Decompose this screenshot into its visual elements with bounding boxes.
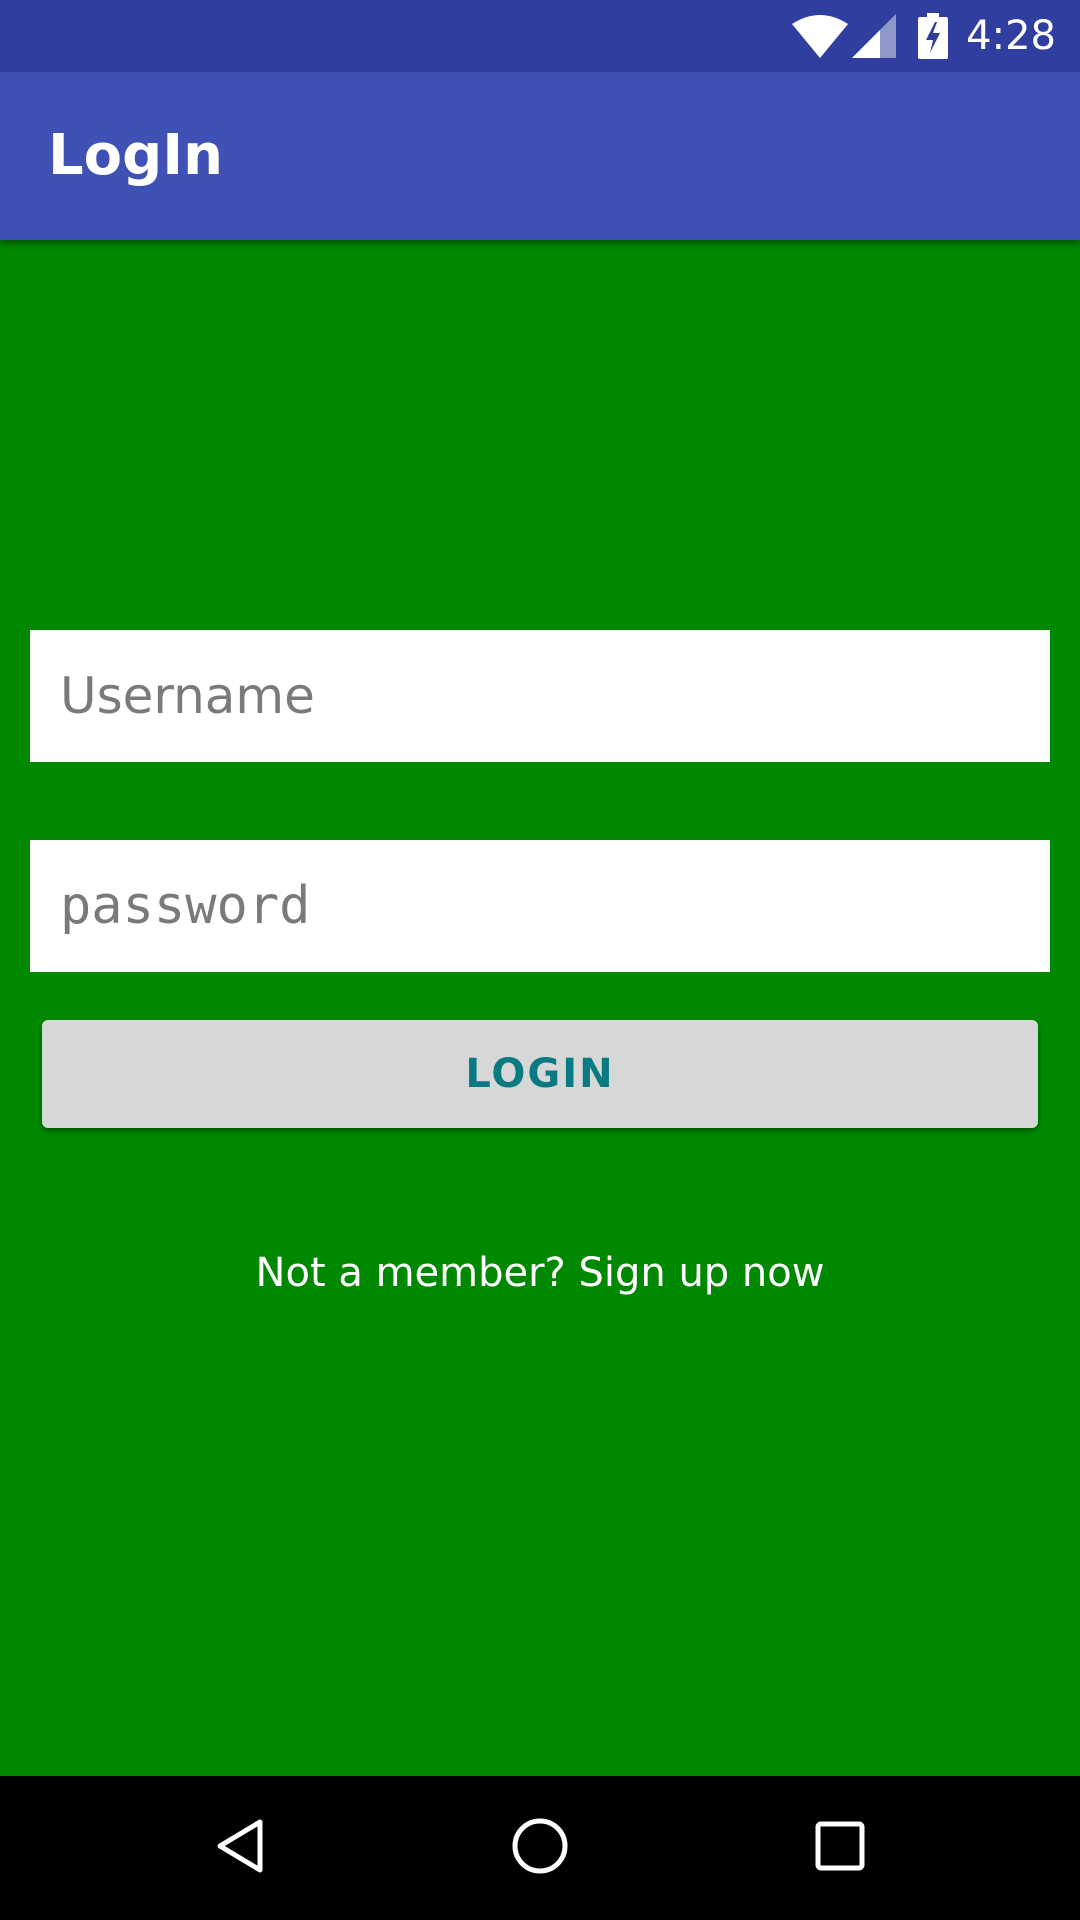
login-button[interactable]: LOGIN (42, 1020, 1038, 1128)
login-screen: 4:28 LogIn LOGIN Not a member? Sign up n… (0, 0, 1080, 1920)
status-icons: 4:28 (792, 0, 1056, 72)
navigation-bar (0, 1776, 1080, 1920)
wifi-icon (792, 14, 849, 58)
back-button[interactable] (160, 1776, 320, 1920)
recents-button[interactable] (760, 1776, 920, 1920)
status-bar: 4:28 (0, 0, 1080, 72)
home-icon (510, 1816, 570, 1881)
signup-link[interactable]: Not a member? Sign up now (0, 1250, 1080, 1296)
cellular-signal-icon (852, 14, 897, 58)
back-icon (212, 1816, 268, 1881)
home-button[interactable] (460, 1776, 620, 1920)
battery-charging-icon (918, 13, 949, 59)
username-input[interactable] (30, 630, 1050, 762)
status-time: 4:28 (966, 13, 1056, 59)
app-title: LogIn (48, 123, 223, 188)
login-form: LOGIN Not a member? Sign up now (0, 240, 1080, 1776)
password-input[interactable] (30, 840, 1050, 972)
recents-icon (814, 1820, 866, 1877)
app-bar: LogIn (0, 72, 1080, 240)
